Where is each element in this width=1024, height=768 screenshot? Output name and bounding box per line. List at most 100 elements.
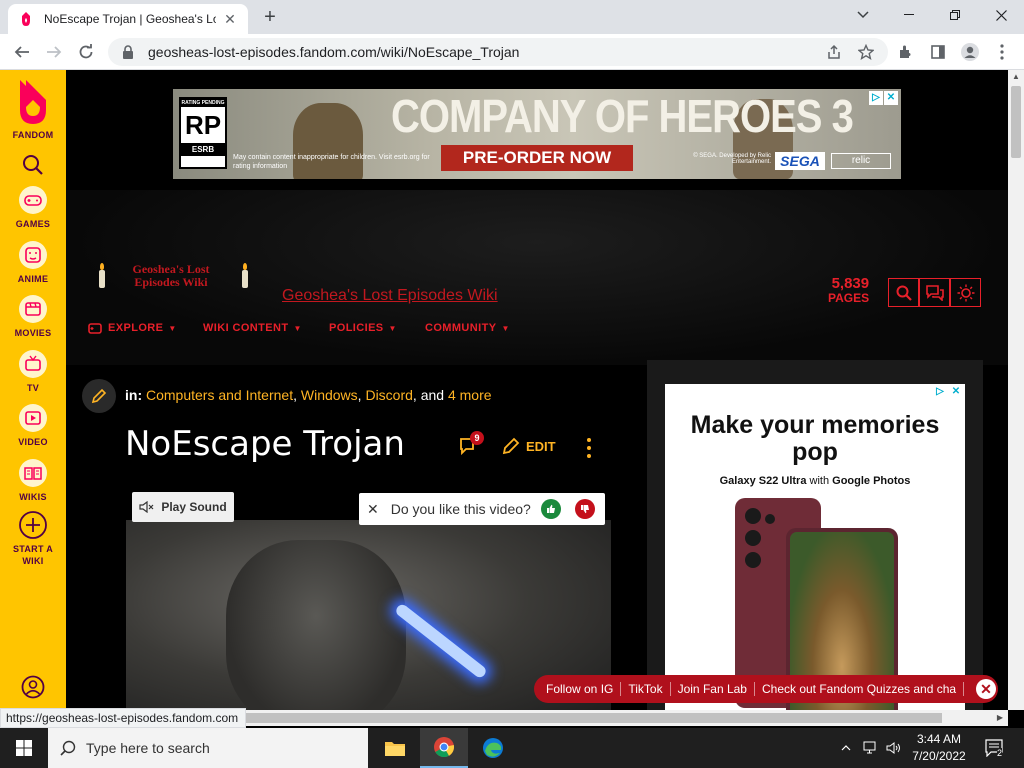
browser-tab-active[interactable]: NoEscape Trojan | Geoshea's Lost Episode… — [8, 4, 248, 34]
scrollbar-thumb[interactable] — [1011, 86, 1021, 158]
rail-item-games[interactable]: GAMES — [0, 185, 66, 230]
address-bar[interactable]: geosheas-lost-episodes.fandom.com/wiki/N… — [108, 38, 888, 66]
thumbs-up-icon[interactable] — [541, 499, 561, 519]
join-fan-lab-link[interactable]: Join Fan Lab — [671, 682, 755, 696]
adchoices-icon[interactable]: ▷ — [869, 91, 883, 105]
notification-center-button[interactable]: 2 — [980, 728, 1010, 768]
rail-search[interactable] — [0, 150, 66, 180]
horizontal-scrollbar[interactable]: ▶ — [240, 710, 1008, 726]
hscrollbar-thumb[interactable] — [242, 713, 942, 723]
esrb-top: RATING PENDING — [181, 99, 225, 107]
close-icon[interactable]: ✕ — [367, 501, 379, 518]
chevron-down-icon: ▼ — [293, 323, 302, 333]
minimize-button[interactable] — [886, 0, 932, 30]
play-sound-button[interactable]: Play Sound — [132, 492, 234, 522]
thumbs-down-icon[interactable] — [575, 499, 595, 519]
esrb-brand: ESRB — [181, 143, 225, 156]
rail-item-anime[interactable]: ANIME — [0, 240, 66, 285]
lock-icon[interactable] — [122, 45, 136, 59]
browser-menu-icon[interactable] — [990, 40, 1014, 64]
wiki-nav-community[interactable]: COMMUNITY ▼ — [425, 322, 510, 334]
side-panel-icon[interactable] — [926, 40, 950, 64]
sega-logo: SEGA — [775, 152, 825, 170]
user-icon — [18, 672, 48, 702]
wiki-search-button[interactable] — [888, 278, 919, 307]
rail-label-start-a-wiki: START A WIKI — [12, 544, 54, 566]
adchoices-icon[interactable]: ▷ — [933, 385, 947, 399]
back-button[interactable] — [8, 38, 36, 66]
windows-start-button[interactable] — [0, 728, 48, 768]
video-frame-figure — [226, 540, 406, 710]
tab-search-icon[interactable] — [840, 0, 886, 30]
fandom-quizzes-link[interactable]: Check out Fandom Quizzes and cha — [755, 682, 965, 696]
ad-close-icon[interactable]: ✕ — [949, 385, 963, 399]
edit-button[interactable]: EDIT — [502, 437, 556, 455]
category-link[interactable]: Computers and Internet — [146, 387, 293, 403]
close-window-button[interactable] — [978, 0, 1024, 30]
side-ad-sub-bold: Galaxy S22 Ultra — [719, 475, 807, 487]
wiki-nav-policies-label: POLICIES — [329, 322, 384, 334]
rail-item-movies[interactable]: MOVIES — [0, 294, 66, 339]
wiki-discussions-button[interactable] — [919, 278, 950, 307]
tray-chevron-up-icon[interactable] — [836, 728, 856, 768]
scroll-right-icon[interactable]: ▶ — [992, 711, 1008, 725]
video-icon — [18, 403, 48, 433]
sun-icon — [957, 284, 974, 301]
profile-avatar-icon[interactable] — [958, 40, 982, 64]
fandom-logo-icon — [15, 78, 51, 126]
share-icon[interactable] — [822, 40, 846, 64]
pencil-icon — [502, 437, 520, 455]
browser-tabstrip: NoEscape Trojan | Geoshea's Lost Episode… — [0, 0, 1024, 34]
rail-item-wikis[interactable]: WIKIS — [0, 458, 66, 503]
wiki-name-link[interactable]: Geoshea's Lost Episodes Wiki — [282, 287, 498, 305]
search-icon — [60, 740, 76, 756]
categories-more-link[interactable]: 4 more — [448, 387, 492, 403]
wiki-logo[interactable]: Geoshea's Lost Episodes Wiki — [116, 263, 226, 289]
rail-item-video[interactable]: VIDEO — [0, 403, 66, 448]
ad-close-icon[interactable]: ✕ — [884, 91, 898, 105]
follow-ig-link[interactable]: Follow on IG — [534, 682, 622, 696]
scroll-up-icon[interactable]: ▲ — [1008, 70, 1024, 84]
edge-app[interactable] — [469, 728, 517, 768]
restore-button[interactable] — [932, 0, 978, 30]
edit-categories-button[interactable] — [82, 379, 116, 413]
bookmark-star-icon[interactable] — [854, 40, 878, 64]
taskbar-clock[interactable]: 3:44 AM 7/20/2022 — [902, 731, 976, 765]
more-actions-icon[interactable] — [586, 438, 592, 458]
close-icon[interactable]: ✕ — [976, 679, 996, 699]
category-link[interactable]: Discord — [365, 387, 412, 403]
tab-close-icon[interactable]: ✕ — [222, 11, 238, 28]
ad-preorder-button[interactable]: PRE-ORDER NOW — [441, 145, 633, 171]
forward-button[interactable] — [40, 38, 68, 66]
top-banner-ad[interactable]: RATING PENDING RP ESRB May contain conte… — [173, 89, 901, 179]
network-icon[interactable] — [860, 728, 882, 768]
rail-user[interactable] — [0, 672, 66, 702]
side-banner-ad[interactable]: ▷ ✕ Make your memories pop Galaxy S22 Ul… — [665, 384, 965, 710]
wiki-nav-policies[interactable]: POLICIES ▼ — [329, 322, 397, 334]
wiki-nav-wiki-content[interactable]: WIKI CONTENT ▼ — [203, 322, 302, 334]
taskbar-search-box[interactable]: Type here to search — [48, 728, 368, 768]
wiki-nav-explore[interactable]: EXPLORE ▼ — [88, 322, 177, 334]
extensions-icon[interactable] — [894, 40, 918, 64]
reload-button[interactable] — [72, 38, 100, 66]
play-sound-label: Play Sound — [161, 500, 227, 514]
windows-taskbar: Type here to search 3:44 AM 7/20/2022 2 — [0, 728, 1024, 768]
new-tab-button[interactable]: + — [258, 6, 282, 28]
explore-icon — [88, 323, 102, 334]
tiktok-link[interactable]: TikTok — [621, 682, 671, 696]
rail-label-tv: TV — [26, 383, 40, 393]
chrome-app[interactable] — [420, 728, 468, 768]
category-link[interactable]: Windows — [301, 387, 358, 403]
theme-toggle-button[interactable] — [950, 278, 981, 307]
wiki-header: Geoshea's Lost Episodes Wiki Geoshea's L… — [66, 190, 1008, 365]
vertical-scrollbar[interactable]: ▲ — [1008, 70, 1024, 710]
gamepad-icon — [18, 185, 48, 215]
rail-item-start-a-wiki[interactable]: START A WIKI — [0, 510, 66, 567]
wiki-nav-community-label: COMMUNITY — [425, 322, 497, 334]
taskbar-search-placeholder: Type here to search — [86, 740, 210, 756]
file-explorer-app[interactable] — [371, 728, 419, 768]
clock-time: 3:44 AM — [916, 732, 962, 746]
fandom-home-link[interactable]: FANDOM — [0, 78, 66, 141]
rail-item-tv[interactable]: TV — [0, 349, 66, 394]
volume-icon[interactable] — [884, 728, 904, 768]
